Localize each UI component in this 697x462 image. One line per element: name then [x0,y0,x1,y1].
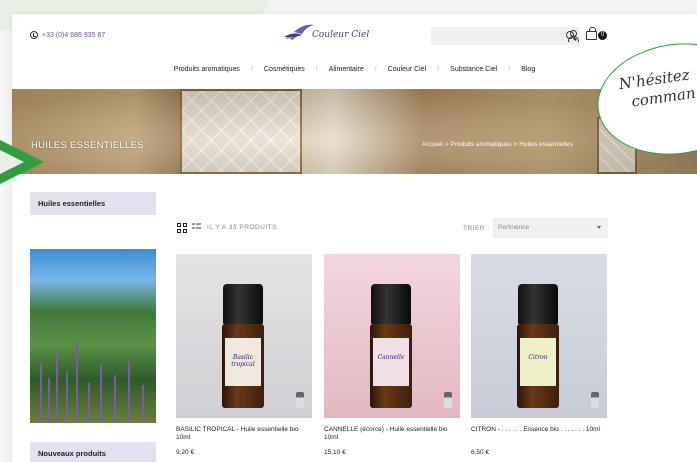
sidebar-category-title[interactable]: Huiles essentielles [30,192,156,215]
nav-separator: / [437,66,440,73]
bottle-label: Basilic tropical [225,338,261,386]
swallow-logo-icon [284,24,314,40]
sort-dropdown[interactable]: Pertinence [493,218,608,238]
lavender-field-image [30,249,156,423]
product-card[interactable]: Cannelle CANNELLE (écorce) - Huile essen… [324,254,460,456]
product-image[interactable]: Basilic tropical [176,254,312,418]
phone-contact[interactable]: +33 (0)4 686 935 67 [30,31,105,39]
dropper-icon [444,392,452,408]
logo-text: Couleur Ciel [312,30,370,40]
nav-separator: / [374,66,377,73]
sidebar-category-block: Huiles essentielles [30,192,156,230]
search-input[interactable] [431,27,580,45]
sidebar-new-products-title[interactable]: Nouveaux produits [30,442,156,462]
product-price: 15,10 € [324,449,346,456]
user-account-icon[interactable] [568,30,579,42]
essential-oil-bottle: Citron [517,284,559,408]
nav-separator: / [315,66,318,73]
category-banner: HUILES ESSENTIELLES Accueil > Produits a… [12,89,697,174]
product-name[interactable]: CANNELLE (écorce) - Huile essentielle bi… [324,426,460,443]
product-card[interactable]: Basilic tropical BASILIC TROPICAL - Huil… [176,254,312,456]
product-image[interactable]: Cannelle [324,254,460,418]
dropper-icon [591,392,599,408]
page-container: +33 (0)4 686 935 67 Couleur Ciel 0 Produ… [12,14,697,462]
cart-icon[interactable] [586,27,597,40]
product-name[interactable]: CITRON - . . . . . . Essence bio . . . .… [471,426,607,443]
nav-item-blog[interactable]: Blog [515,66,541,73]
site-logo[interactable]: Couleur Ciel [282,23,369,43]
product-price: 9,20 € [176,449,195,456]
product-image[interactable]: Citron [471,254,607,418]
bottle-label: Citron [520,338,556,386]
bottle-label: Cannelle [373,338,409,386]
nav-item-alimentaire[interactable]: Alimentaire [323,66,370,73]
list-view-icon[interactable] [192,223,201,233]
product-count: IL Y A 33 PRODUITS. [207,224,280,231]
product-price: 6,50 € [471,449,490,456]
essential-oil-bottle: Cannelle [370,284,412,408]
grid-view-icon[interactable] [177,223,187,233]
sort-label: TRIER : [463,225,490,232]
dropper-icon [296,392,304,408]
nav-separator: / [250,66,253,73]
product-card[interactable]: Citron CITRON - . . . . . . Essence bio … [471,254,607,456]
nav-item-couleur-ciel[interactable]: Couleur Ciel [382,66,433,73]
banner-overlay [12,89,697,174]
main-navigation: Produits aromatiques / Cosmétiques / Ali… [12,66,697,73]
breadcrumb[interactable]: Accueil > Produits aromatiques > Huiles … [422,141,573,148]
nav-item-cosmetiques[interactable]: Cosmétiques [258,66,311,73]
nav-separator: / [508,66,511,73]
whatsapp-icon [30,31,38,39]
cart-count-badge: 0 [598,31,607,40]
essential-oil-bottle: Basilic tropical [222,284,264,408]
chat-pointer-inner [0,150,24,174]
page-title: HUILES ESSENTIELLES [31,140,144,151]
nav-item-substance-ciel[interactable]: Substance Ciel [444,66,503,73]
product-name[interactable]: BASILIC TROPICAL - Huile essentielle bio… [176,426,312,443]
nav-item-produits-aromatiques[interactable]: Produits aromatiques [168,66,246,73]
phone-number: +33 (0)4 686 935 67 [42,31,106,39]
